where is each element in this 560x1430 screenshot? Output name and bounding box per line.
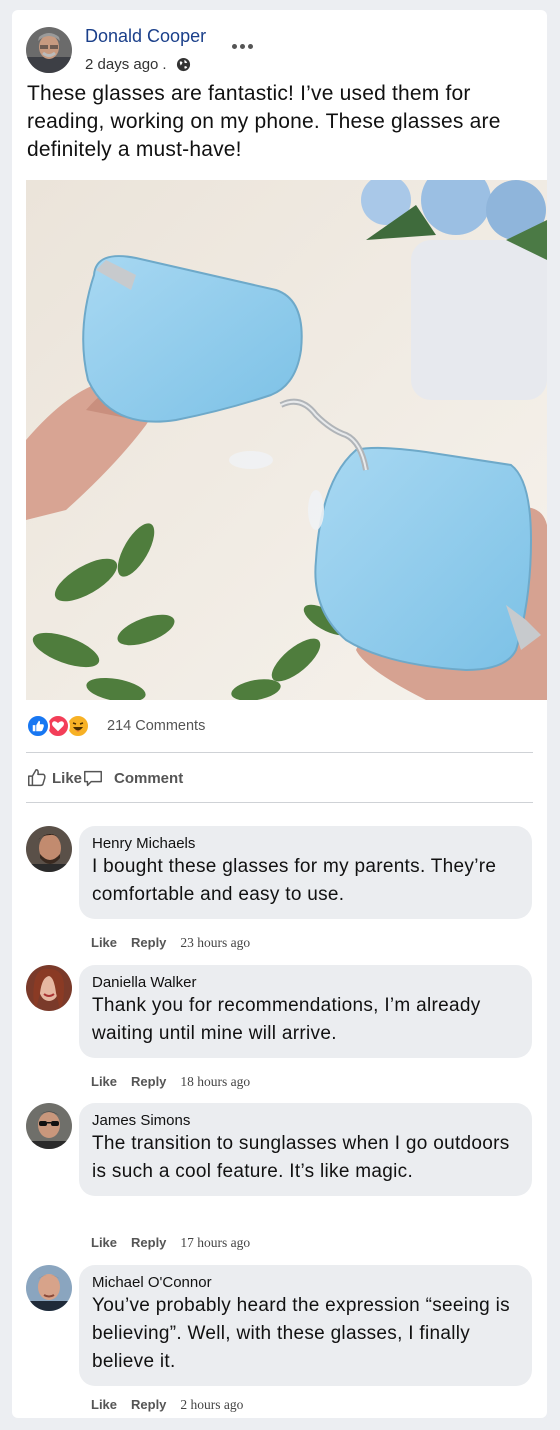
post-time[interactable]: 2 days ago bbox=[85, 56, 158, 73]
comment-reply-link[interactable]: Reply bbox=[131, 1397, 166, 1413]
comment-bubble: Henry Michaels I bought these glasses fo… bbox=[79, 826, 532, 919]
commenter-avatar[interactable] bbox=[26, 965, 72, 1011]
divider bbox=[26, 752, 533, 753]
comment-count[interactable]: 214 Comments bbox=[107, 718, 205, 734]
comment-reply-link[interactable]: Reply bbox=[131, 935, 166, 951]
post-time-separator: . bbox=[162, 56, 167, 73]
comment-text: The transition to sunglasses when I go o… bbox=[92, 1133, 510, 1182]
like-button[interactable]: Like bbox=[26, 767, 82, 789]
commenter-name[interactable]: James Simons bbox=[92, 1111, 519, 1130]
reactions-summary[interactable] bbox=[26, 714, 90, 738]
commenter-name[interactable]: Henry Michaels bbox=[92, 834, 519, 853]
commenter-name[interactable]: Michael O'Connor bbox=[92, 1273, 519, 1292]
commenter-avatar[interactable] bbox=[26, 826, 72, 872]
comment-actions: Like Reply 17 hours ago bbox=[91, 1235, 250, 1251]
post-text: These glasses are fantastic! I’ve used t… bbox=[27, 82, 501, 161]
comment-reply-link[interactable]: Reply bbox=[131, 1074, 166, 1090]
comment-time[interactable]: 18 hours ago bbox=[180, 1074, 250, 1090]
comment-time[interactable]: 23 hours ago bbox=[180, 935, 250, 951]
commenter-avatar[interactable] bbox=[26, 1265, 72, 1311]
thumbs-up-icon bbox=[28, 769, 46, 787]
comment-actions: Like Reply 23 hours ago bbox=[91, 935, 250, 951]
comment-text: Thank you for recommendations, I’m alrea… bbox=[92, 995, 481, 1044]
comment-actions: Like Reply 2 hours ago bbox=[91, 1397, 243, 1413]
globe-icon bbox=[176, 57, 190, 72]
comment-reply-link[interactable]: Reply bbox=[131, 1235, 166, 1251]
commenter-avatar[interactable] bbox=[26, 1103, 72, 1149]
comment-bubble: Daniella Walker Thank you for recommenda… bbox=[79, 965, 532, 1058]
comment-button[interactable]: Comment bbox=[82, 767, 183, 789]
post-actions: Like Comment bbox=[26, 767, 183, 789]
comment-label: Comment bbox=[114, 769, 184, 787]
comment-like-link[interactable]: Like bbox=[91, 1397, 117, 1413]
more-options-button[interactable] bbox=[232, 40, 260, 52]
comment-actions: Like Reply 18 hours ago bbox=[91, 1074, 250, 1090]
like-icon bbox=[26, 714, 50, 738]
post-meta: 2 days ago . bbox=[85, 56, 191, 73]
comment-bubble: James Simons The transition to sunglasse… bbox=[79, 1103, 532, 1196]
divider bbox=[26, 802, 533, 803]
comment-text: You’ve probably heard the expression “se… bbox=[92, 1295, 510, 1372]
commenter-name[interactable]: Daniella Walker bbox=[92, 973, 519, 992]
comment-time[interactable]: 17 hours ago bbox=[180, 1235, 250, 1251]
like-label: Like bbox=[52, 769, 83, 787]
comment-bubble: Michael O'Connor You’ve probably heard t… bbox=[79, 1265, 532, 1386]
comment-text: I bought these glasses for my parents. T… bbox=[92, 856, 497, 905]
author-name[interactable]: Donald Cooper bbox=[85, 26, 206, 47]
comment-like-link[interactable]: Like bbox=[91, 1235, 117, 1251]
comment-like-link[interactable]: Like bbox=[91, 1074, 117, 1090]
post-card: Donald Cooper 2 days ago . These glasses… bbox=[12, 10, 547, 1418]
author-avatar[interactable] bbox=[26, 27, 72, 73]
comment-like-link[interactable]: Like bbox=[91, 935, 117, 951]
comment-icon bbox=[84, 770, 102, 787]
post-photo[interactable] bbox=[26, 180, 547, 700]
comment-time[interactable]: 2 hours ago bbox=[180, 1397, 243, 1413]
